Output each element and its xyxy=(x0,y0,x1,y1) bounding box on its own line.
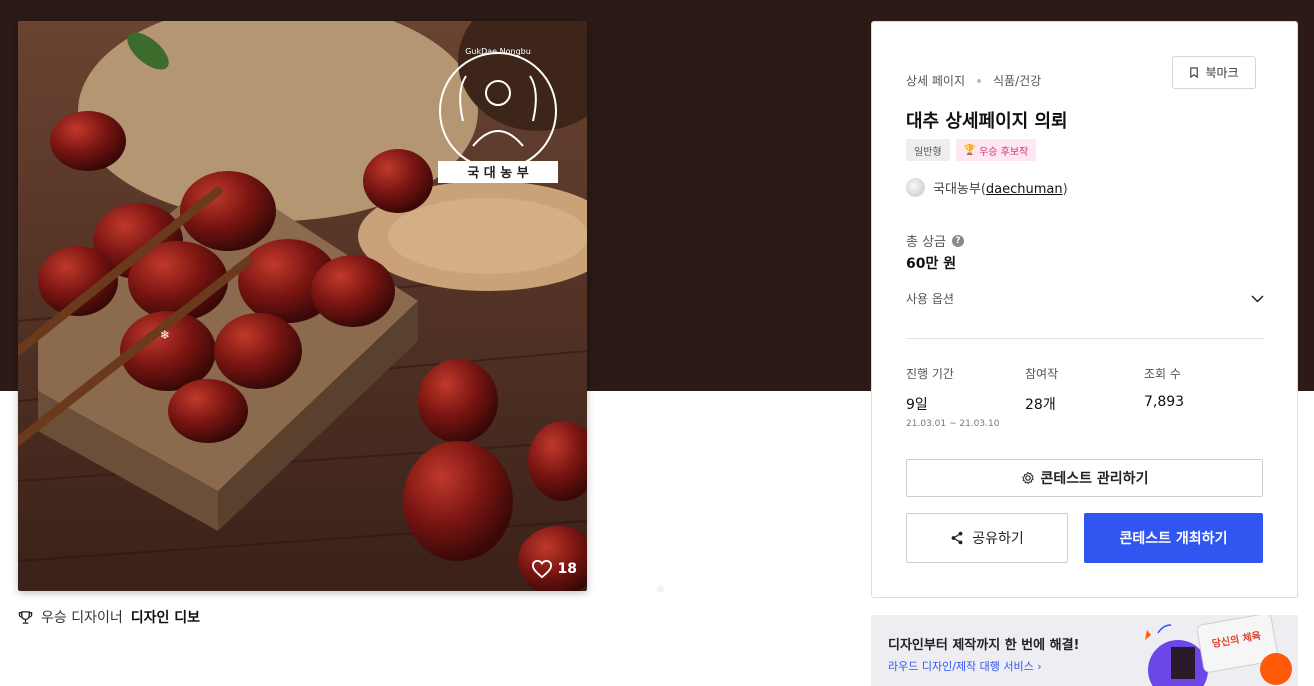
designer-name[interactable]: 디자인 디보 xyxy=(131,607,200,627)
jujube-photo: 국 대 농 부 GukDae Nongbu ❄ xyxy=(18,21,587,591)
share-button[interactable]: 공유하기 xyxy=(906,513,1068,563)
logo-ribbon-text: 국 대 농 부 xyxy=(467,166,528,181)
tag-candidate-label: 우승 후보작 xyxy=(979,146,1029,158)
chevron-down-icon xyxy=(1251,294,1264,303)
stat-label: 참여작 xyxy=(1025,367,1059,381)
contest-owner: 국대농부(daechuman) xyxy=(906,178,1068,197)
breadcrumb-separator xyxy=(977,78,982,83)
breadcrumb-category[interactable]: 상세 페이지 xyxy=(906,72,965,89)
contest-stats: 진행 기간 9일 21.03.01 ~ 21.03.10 참여작 28개 조회 … xyxy=(906,365,1264,429)
contest-info-panel: 상세 페이지 식품/건강 북마크 대추 상세페이지 의뢰 일반형 🏆 우승 후보… xyxy=(871,21,1298,598)
help-icon[interactable]: ? xyxy=(952,234,965,247)
bookmark-button[interactable]: 북마크 xyxy=(1172,56,1256,89)
contest-tags: 일반형 🏆 우승 후보작 xyxy=(906,139,1037,161)
stat-value: 9일 xyxy=(906,397,928,413)
stat-entries: 참여작 28개 xyxy=(1025,365,1144,429)
stat-views: 조회 수 7,893 xyxy=(1144,365,1263,429)
tag-type-label: 일반형 xyxy=(914,146,942,158)
host-contest-button[interactable]: 콘테스트 개최하기 xyxy=(1084,513,1263,563)
stat-label: 진행 기간 xyxy=(906,367,954,381)
stat-value: 28개 xyxy=(1025,397,1056,413)
prize-value: 60만 원 xyxy=(906,256,957,272)
manage-contest-button[interactable]: 콘테스트 관리하기 xyxy=(906,459,1263,497)
prize-label-text: 총 상금 xyxy=(906,235,947,250)
banner-link[interactable]: 라우드 디자인/제작 대행 서비스 › xyxy=(888,658,1042,674)
breadcrumb-subcategory[interactable]: 식품/건강 xyxy=(993,72,1041,89)
share-label: 공유하기 xyxy=(972,531,1024,547)
winning-designer: 우승 디자이너 디자인 디보 xyxy=(18,607,200,627)
stat-duration: 진행 기간 9일 21.03.01 ~ 21.03.10 xyxy=(906,365,1025,429)
owner-name: 국대농부 xyxy=(933,182,981,197)
heart-icon xyxy=(531,559,552,579)
prize-label: 총 상금 ? xyxy=(906,231,965,250)
trophy-icon xyxy=(18,610,33,624)
tag-candidate: 🏆 우승 후보작 xyxy=(955,139,1037,161)
stat-value: 7,893 xyxy=(1144,394,1185,410)
banner-illustration: 당신의 체육 xyxy=(1145,615,1292,686)
tag-type: 일반형 xyxy=(906,139,950,161)
breadcrumb: 상세 페이지 식품/건강 xyxy=(906,72,1041,89)
stat-date-range: 21.03.01 ~ 21.03.10 xyxy=(906,419,1000,429)
like-button[interactable]: 18 xyxy=(531,559,577,579)
avatar xyxy=(906,178,925,197)
logo-arc-text: GukDae Nongbu xyxy=(465,47,531,56)
bookmark-icon xyxy=(1190,67,1199,78)
trophy-icon: 🏆 xyxy=(963,144,977,156)
designer-prefix: 우승 디자이너 xyxy=(41,610,123,626)
gear-icon xyxy=(1021,471,1034,484)
snowflake-icon: ❄ xyxy=(656,583,666,596)
snowflake-icon: ❄ xyxy=(160,328,170,342)
banner-title: 디자인부터 제작까지 한 번에 해결! xyxy=(888,638,1080,653)
divider xyxy=(906,338,1264,339)
owner-handle[interactable]: daechuman xyxy=(986,182,1063,197)
contest-title: 대추 상세페이지 의뢰 xyxy=(906,111,1068,132)
options-label: 사용 옵션 xyxy=(906,292,954,306)
service-ad-banner[interactable]: 디자인부터 제작까지 한 번에 해결! 라우드 디자인/제작 대행 서비스 › … xyxy=(871,615,1298,686)
stat-label: 조회 수 xyxy=(1144,367,1181,381)
winning-design-image[interactable]: 국 대 농 부 GukDae Nongbu ❄ 18 xyxy=(18,21,587,591)
like-count: 18 xyxy=(557,561,577,577)
host-contest-label: 콘테스트 개최하기 xyxy=(1119,531,1228,547)
share-icon xyxy=(951,531,963,545)
options-toggle[interactable]: 사용 옵션 xyxy=(906,290,1264,307)
bookmark-label: 북마크 xyxy=(1205,66,1239,80)
manage-contest-label: 콘테스트 관리하기 xyxy=(1040,471,1149,487)
